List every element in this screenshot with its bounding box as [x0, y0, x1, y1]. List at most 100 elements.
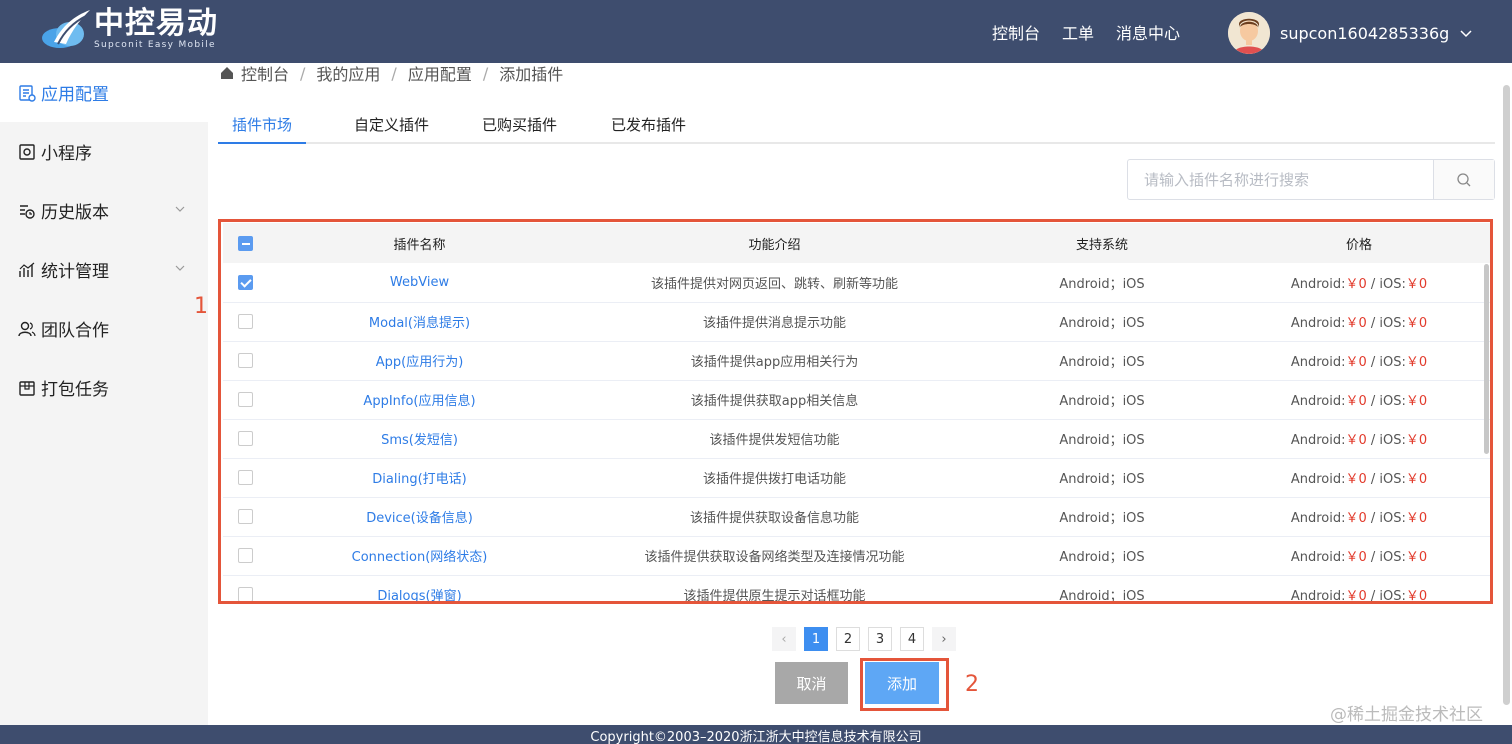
table-row[interactable]: WebView 该插件提供对网页返回、跳转、刷新等功能 Android；iOS And…	[223, 263, 1490, 302]
user-menu[interactable]: supcon1604285336g	[1228, 12, 1473, 54]
price-android-value: ￥0	[1345, 276, 1367, 292]
page-button-4[interactable]: 4	[900, 627, 924, 651]
select-all-checkbox[interactable]	[237, 235, 253, 251]
row-checkbox[interactable]	[237, 548, 253, 563]
price-ios-value: ￥0	[1405, 550, 1428, 565]
table-row[interactable]: App(应用行为) 该插件提供app应用相关行为 Android；iOS Androi…	[223, 341, 1490, 380]
avatar[interactable]	[1228, 12, 1270, 54]
sidebar-item-stats[interactable]: 统计管理	[0, 240, 208, 299]
add-button[interactable]: 添加	[865, 662, 939, 704]
price-android-label: Android:	[1290, 589, 1346, 604]
tab-published-plugins[interactable]: 已发布插件	[611, 114, 686, 135]
team-icon	[18, 321, 36, 336]
row-checkbox[interactable]	[237, 274, 253, 290]
plugin-price: Android:￥0 / iOS:￥0	[1227, 302, 1490, 341]
row-checkbox[interactable]	[237, 587, 253, 601]
price-ios-label: iOS:	[1379, 394, 1406, 409]
plugin-price: Android:￥0 / iOS:￥0	[1227, 536, 1490, 575]
plugin-name-link[interactable]: AppInfo(应用信息)	[267, 380, 572, 419]
breadcrumb-item-app-config[interactable]: 应用配置	[408, 61, 472, 85]
sidebar-item-miniprogram[interactable]: 小程序	[0, 122, 208, 181]
plugin-name-link[interactable]: Device(设备信息)	[267, 497, 572, 536]
prev-page-button[interactable]: ‹	[772, 627, 796, 651]
tab-custom-plugins[interactable]: 自定义插件	[354, 114, 429, 135]
sidebar-item-team[interactable]: 团队合作	[0, 299, 208, 358]
price-ios-label: iOS:	[1379, 316, 1406, 331]
logo[interactable]: 中控易动 Supconit Easy Mobile	[40, 8, 218, 50]
chevron-down-icon[interactable]	[174, 203, 186, 215]
page-button-2[interactable]: 2	[836, 627, 860, 651]
chevron-down-icon[interactable]	[174, 262, 186, 274]
price-separator: /	[1366, 433, 1380, 448]
table-row[interactable]: Device(设备信息) 该插件提供获取设备信息功能 Android；iOS Andr…	[223, 497, 1490, 536]
next-page-button[interactable]: ›	[932, 627, 956, 651]
table-row[interactable]: AppInfo(应用信息) 该插件提供获取app相关信息 Android；iOS An…	[223, 380, 1490, 419]
username[interactable]: supcon1604285336g	[1280, 24, 1449, 43]
chevron-down-icon[interactable]	[1459, 26, 1473, 40]
table-scrollbar[interactable]	[1484, 264, 1489, 454]
sidebar-item-package[interactable]: 打包任务	[0, 358, 208, 417]
plugin-price: Android:￥0 / iOS:￥0	[1227, 380, 1490, 419]
price-ios-label: iOS:	[1379, 433, 1406, 448]
table-row[interactable]: Modal(消息提示) 该插件提供消息提示功能 Android；iOS Android…	[223, 302, 1490, 341]
price-android-value: ￥0	[1345, 511, 1367, 526]
nav-console[interactable]: 控制台	[992, 20, 1040, 44]
page-button-3[interactable]: 3	[868, 627, 892, 651]
plugin-name-link[interactable]: Sms(发短信)	[267, 419, 572, 458]
plugin-name-link[interactable]: App(应用行为)	[267, 341, 572, 380]
nav-messages[interactable]: 消息中心	[1116, 20, 1180, 44]
sidebar-item-history[interactable]: 历史版本	[0, 181, 208, 240]
price-separator: /	[1366, 511, 1380, 526]
row-checkbox[interactable]	[237, 509, 253, 524]
plugin-name-link[interactable]: Dialogs(弹窗)	[267, 575, 572, 601]
row-checkbox[interactable]	[237, 470, 253, 485]
plugin-systems: Android；iOS	[1059, 316, 1145, 331]
price-android-label: Android:	[1290, 550, 1346, 565]
breadcrumb-item-my-apps[interactable]: 我的应用	[316, 61, 380, 85]
price-ios-value: ￥0	[1405, 472, 1428, 487]
plugin-name-link[interactable]: Connection(网络状态)	[267, 536, 572, 575]
table-row[interactable]: Sms(发短信) 该插件提供发短信功能 Android；iOS Android:￥0 …	[223, 419, 1490, 458]
logo-icon	[40, 8, 92, 50]
row-checkbox[interactable]	[237, 431, 253, 446]
package-icon	[19, 380, 35, 396]
row-checkbox[interactable]	[237, 392, 253, 407]
plugin-name-link[interactable]: Dialing(打电话)	[267, 458, 572, 497]
plugin-description: 该插件提供获取设备信息功能	[689, 511, 859, 526]
annotation-label-2: 2	[965, 672, 979, 697]
tab-plugin-market[interactable]: 插件市场	[232, 114, 292, 135]
price-ios-label: iOS:	[1379, 276, 1406, 292]
price-ios-label: iOS:	[1379, 550, 1406, 565]
page-button-1[interactable]: 1	[804, 627, 828, 651]
plugin-systems: Android；iOS	[1059, 355, 1145, 370]
price-ios-label: iOS:	[1379, 589, 1406, 604]
page-scrollbar[interactable]	[1503, 85, 1510, 705]
plugin-table-highlight: 插件名称 功能介绍 支持系统 价格 WebView 该插件提供对网页返回、跳转、刷…	[218, 219, 1493, 604]
search-input[interactable]	[1128, 160, 1433, 199]
nav-tickets[interactable]: 工单	[1062, 20, 1094, 44]
plugin-name-link[interactable]: WebView	[267, 263, 572, 302]
top-nav: 控制台 工单 消息中心	[992, 0, 1180, 63]
row-checkbox[interactable]	[237, 353, 253, 368]
plugin-name-link[interactable]: Modal(消息提示)	[267, 302, 572, 341]
price-android-value: ￥0	[1345, 550, 1367, 565]
breadcrumb-item-console[interactable]: 控制台	[241, 61, 289, 85]
home-icon	[221, 67, 233, 79]
sidebar-item-label: 统计管理	[41, 262, 109, 282]
top-header: 中控易动 Supconit Easy Mobile 控制台 工单 消息中心 su…	[0, 0, 1512, 63]
breadcrumb-separator: /	[300, 63, 306, 83]
row-checkbox[interactable]	[237, 314, 253, 329]
search-button[interactable]	[1433, 160, 1494, 199]
plugin-description: 该插件提供对网页返回、跳转、刷新等功能	[650, 276, 898, 292]
price-separator: /	[1366, 550, 1380, 565]
logo-subtitle: Supconit Easy Mobile	[94, 40, 216, 50]
table-row[interactable]: Dialing(打电话) 该插件提供拨打电话功能 Android；iOS Androi…	[223, 458, 1490, 497]
plugin-description: 该插件提供获取设备网络类型及连接情况功能	[644, 550, 905, 565]
table-row[interactable]: Connection(网络状态) 该插件提供获取设备网络类型及连接情况功能 Andr…	[223, 536, 1490, 575]
tab-purchased-plugins[interactable]: 已购买插件	[482, 114, 557, 135]
price-ios-value: ￥0	[1405, 276, 1428, 292]
sidebar-item-app-config[interactable]: 应用配置	[0, 63, 208, 122]
cancel-button[interactable]: 取消	[775, 662, 848, 704]
table-row[interactable]: Dialogs(弹窗) 该插件提供原生提示对话框功能 Android；iOS Andr…	[223, 575, 1490, 604]
price-separator: /	[1366, 472, 1380, 487]
